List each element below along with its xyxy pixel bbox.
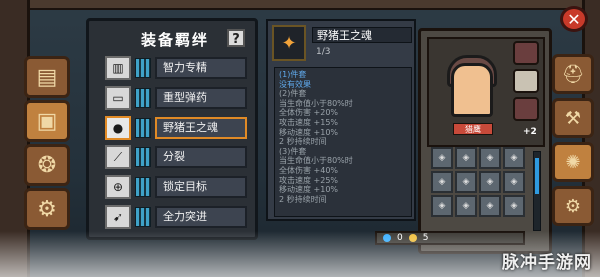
bond-item-split[interactable]: ⟋ 分裂 bbox=[105, 144, 247, 170]
equipment-bond-panel: 装备羁绊 ? ▥ 智力专精 ▭ 重型弹药 ● 野猪王之魂 ⟋ 分裂 ⊕ 锁定目标 bbox=[86, 18, 258, 240]
settings-tab-icon[interactable]: ⚙ bbox=[552, 186, 594, 226]
tooltip-header: ✦ 野猪王之魂 1/3 bbox=[272, 25, 412, 61]
book-tab-icon[interactable]: ▤ bbox=[24, 56, 70, 98]
bond-progress-meter bbox=[135, 117, 151, 138]
inventory-slot[interactable]: ◈ bbox=[455, 171, 477, 193]
bond-item-label: 智力专精 bbox=[155, 57, 247, 79]
tooltip-line: 攻击速度 +25% bbox=[279, 175, 339, 185]
bond-item-label: 全力突进 bbox=[155, 205, 247, 228]
orbs-tab-icon[interactable]: ❂ bbox=[24, 144, 70, 186]
split-icon: ⟋ bbox=[105, 145, 131, 170]
tooltip-line: 攻击速度 +15% bbox=[279, 117, 339, 127]
bond-item-label: 分裂 bbox=[155, 146, 247, 169]
weapon-slot[interactable] bbox=[513, 97, 539, 121]
tooltip-line: (3)件套 bbox=[279, 146, 307, 156]
inventory-slot[interactable]: ◈ bbox=[455, 147, 477, 169]
inventory-slot[interactable]: ◈ bbox=[503, 195, 525, 217]
close-button[interactable]: ✕ bbox=[560, 6, 588, 32]
charge-icon: ➹ bbox=[105, 204, 131, 229]
inventory-slot[interactable]: ◈ bbox=[479, 171, 501, 193]
helmet-slot[interactable] bbox=[513, 41, 539, 65]
bond-progress-meter bbox=[135, 58, 151, 78]
chest-tab-icon[interactable]: ▣ bbox=[24, 100, 70, 142]
inventory-slot[interactable]: ◈ bbox=[431, 195, 453, 217]
helmet-tab-icon[interactable]: ⛑ bbox=[552, 54, 594, 94]
boar-soul-icon: ✦ bbox=[272, 25, 306, 61]
character-name-label: 猎鹰 bbox=[453, 123, 493, 135]
bond-item-intelligence[interactable]: ▥ 智力专精 bbox=[105, 55, 247, 81]
bond-item-label: 锁定目标 bbox=[155, 176, 247, 199]
right-category-tabs: ⛑ ⚒ ✺ ⚙ bbox=[552, 54, 598, 230]
bond-item-full-charge[interactable]: ➹ 全力突进 bbox=[105, 204, 247, 230]
boar-soul-icon: ● bbox=[105, 115, 131, 140]
tooltip-line: 全体伤害 +20% bbox=[279, 108, 339, 118]
tooltip-line: 当生命值小于80%时 bbox=[279, 156, 353, 166]
tooltip-line: 移动速度 +10% bbox=[279, 127, 339, 137]
bond-item-lock-target[interactable]: ⊕ 锁定目标 bbox=[105, 174, 247, 200]
tooltip-line: 当生命值小于80%时 bbox=[279, 98, 353, 108]
tooltip-line: (2)件套 bbox=[279, 89, 307, 99]
inventory-slot[interactable]: ◈ bbox=[431, 171, 453, 193]
inventory-slot[interactable]: ◈ bbox=[431, 147, 453, 169]
left-category-tabs: ▤ ▣ ❂ ⚙ bbox=[24, 56, 74, 232]
tooltip-line: 移动速度 +10% bbox=[279, 185, 339, 195]
bond-item-boar-soul[interactable]: ● 野猪王之魂 bbox=[105, 115, 247, 141]
inventory-slot[interactable]: ◈ bbox=[479, 195, 501, 217]
character-panel: 猎鹰 +2 ◈ ◈ ◈ ◈ ◈ ◈ ◈ ◈ ◈ ◈ ◈ ◈ bbox=[418, 28, 552, 254]
bond-progress-meter bbox=[135, 87, 151, 108]
bond-progress-meter bbox=[135, 147, 151, 168]
bond-list[interactable]: ▥ 智力专精 ▭ 重型弹药 ● 野猪王之魂 ⟋ 分裂 ⊕ 锁定目标 ➹ 全力突进 bbox=[105, 55, 247, 241]
top-wood-strip bbox=[0, 0, 600, 10]
tooltip-line: 全体伤害 +40% bbox=[279, 165, 339, 175]
ammo-icon: ▭ bbox=[105, 85, 131, 110]
upgrade-badge: +2 bbox=[523, 127, 537, 137]
character-portrait-frame: 猎鹰 +2 bbox=[427, 37, 545, 147]
tooltip-set-count: 1/3 bbox=[316, 47, 331, 57]
scroll-thumb[interactable] bbox=[535, 158, 539, 194]
character-sprite bbox=[451, 63, 493, 117]
tooltip-line: (1)件套 bbox=[279, 70, 307, 79]
tooltip-title: 野猪王之魂 bbox=[312, 27, 412, 43]
bond-item-label: 野猪王之魂 bbox=[155, 116, 247, 139]
tooltip-line: 2 秒持续时间 bbox=[279, 194, 327, 204]
bond-progress-meter bbox=[135, 206, 151, 227]
armor-slot[interactable] bbox=[513, 69, 539, 93]
bond-tooltip: ✦ 野猪王之魂 1/3 (1)件套 没有效果 (2)件套 当生命值小于80%时 … bbox=[266, 19, 416, 221]
bond-progress-meter bbox=[135, 177, 151, 198]
tools-tab-icon[interactable]: ⚒ bbox=[552, 98, 594, 138]
inventory-scrollbar[interactable] bbox=[533, 151, 541, 231]
inventory-grid: ◈ ◈ ◈ ◈ ◈ ◈ ◈ ◈ ◈ ◈ ◈ ◈ bbox=[431, 147, 527, 217]
compass-tab-icon[interactable]: ✺ bbox=[552, 142, 594, 182]
inventory-slot[interactable]: ◈ bbox=[479, 147, 501, 169]
help-button[interactable]: ? bbox=[227, 29, 245, 47]
inventory-slot[interactable]: ◈ bbox=[503, 171, 525, 193]
tooltip-line: 2 秒持续时间 bbox=[279, 137, 327, 147]
tooltip-line: 没有效果 bbox=[279, 79, 311, 89]
inventory-slot[interactable]: ◈ bbox=[455, 195, 477, 217]
target-icon: ⊕ bbox=[105, 175, 131, 200]
gear-tab-icon[interactable]: ⚙ bbox=[24, 188, 70, 230]
tooltip-body: (1)件套 没有效果 (2)件套 当生命值小于80%时 全体伤害 +20% 攻击… bbox=[274, 67, 412, 217]
bond-item-heavy-ammo[interactable]: ▭ 重型弹药 bbox=[105, 85, 247, 111]
inventory-slot[interactable]: ◈ bbox=[503, 147, 525, 169]
book-icon: ▥ bbox=[105, 56, 131, 80]
site-watermark: 脉冲手游网 bbox=[502, 253, 592, 273]
bond-item-label: 重型弹药 bbox=[155, 86, 247, 109]
